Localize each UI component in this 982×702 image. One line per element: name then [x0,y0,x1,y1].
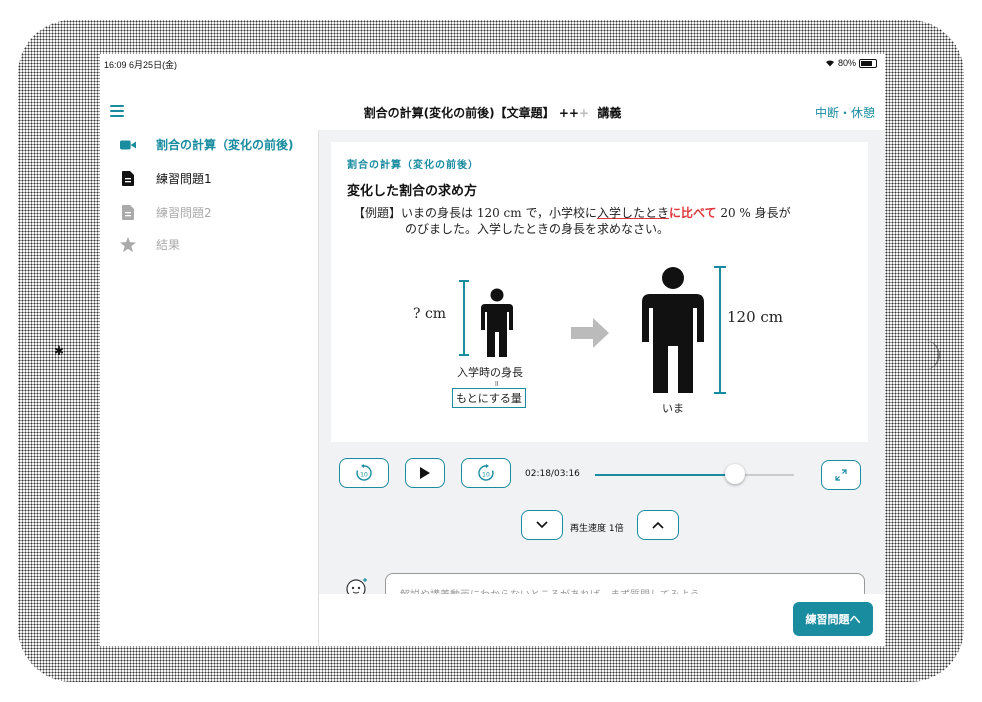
fullscreen-button[interactable] [821,460,861,490]
status-date: 6月25日(金) [129,60,178,70]
right-caption: いま [662,402,684,415]
seek-handle[interactable] [725,464,746,484]
camera-dot: ✱ [54,344,65,358]
rewind-icon: 10 [356,464,372,481]
forward-icon: 10 [478,464,494,481]
sidebar-item-label: 結果 [156,238,181,252]
speed-up-button[interactable] [637,510,679,540]
tablet-screen: 16:09 6月25日(金) 80% 割合の計算(変化の前後)【文章題】 +++… [100,54,885,646]
expand-icon [835,469,847,481]
height-comparison-figure: ? cm 120 cm 入学時の身長 ॥ もとにする量 いま [331,252,868,442]
document-icon [120,171,136,187]
lecture-slide: 割合の計算（変化の前後） 変化した割合の求め方 【例題】いまの身長は 120 c… [331,142,868,442]
nav-bar: 割合の計算(変化の前後)【文章題】 +++ 講義 中断・休憩 [100,88,885,131]
playback-speed-label: 再生速度 1倍 [570,524,624,534]
right-value-label: 120 cm [727,308,784,326]
question-line-2: のびました。入学したときの身長を求めなさい。 [405,222,670,236]
base-quantity-box: もとにする量 [452,388,526,408]
pause-button[interactable]: 中断・休憩 [815,104,875,121]
rewind-seconds: 10 [360,472,368,479]
battery-percent: 80% [837,58,856,68]
play-icon [420,467,430,479]
sidebar-item-lecture[interactable]: 割合の計算（変化の前後) [120,136,294,153]
question-text: 20 % 身長が [716,206,791,220]
status-time: 16:09 [104,60,127,70]
chevron-up-icon [652,521,664,529]
right-height-bracket [714,266,726,394]
video-camera-icon [120,137,136,153]
child-figure-icon [481,288,513,357]
sidebar-item-label: 練習問題2 [156,206,212,220]
forward-10-button[interactable]: 10 [461,458,511,488]
slide-tag: 割合の計算（変化の前後） [347,160,479,171]
lesson-title: 割合の計算(変化の前後)【文章題】 [363,106,555,120]
chevron-down-icon [536,521,548,529]
speed-down-button[interactable] [521,510,563,540]
slide-heading: 変化した割合の求め方 [347,184,478,199]
difficulty-empty: + [578,106,589,120]
left-value-label: ? cm [413,306,447,322]
adult-figure-icon [642,267,704,393]
wifi-icon [825,60,834,67]
arrow-right-icon [571,318,609,348]
left-caption: 入学時の身長 [457,366,523,379]
sidebar-item-practice-1[interactable]: 練習問題1 [120,170,212,187]
seek-bar-fill [595,474,736,476]
star-icon [120,236,136,253]
seek-bar[interactable] [595,474,794,476]
rewind-10-button[interactable]: 10 [339,458,389,488]
question-line-1: 【例題】いまの身長は 120 cm で，小学校に入学したときに比べて 20 % … [353,204,791,221]
battery-icon [859,58,877,68]
main-content: 割合の計算（変化の前後） 変化した割合の求め方 【例題】いまの身長は 120 c… [319,130,885,646]
forward-seconds: 10 [482,472,490,479]
question-text: 【例題】いまの身長は 120 cm で，小学校に [353,206,597,220]
go-to-practice-button[interactable]: 練習問題へ [793,602,873,636]
question-highlight: に比べて [668,206,717,220]
sidebar-item-label: 練習問題1 [156,172,212,186]
sidebar-item-label: 割合の計算（変化の前後) [156,138,294,152]
lesson-type: 講義 [597,106,622,120]
sidebar: 割合の計算（変化の前後) 練習問題1 練習問題2 結果 [100,130,319,646]
difficulty-filled: ++ [558,106,579,120]
play-button[interactable] [405,458,445,488]
video-timecode: 02:18/03:16 [525,469,580,479]
left-height-bracket [459,280,469,356]
home-indicator [908,340,940,370]
sidebar-item-results[interactable]: 結果 [120,236,180,253]
status-bar: 16:09 6月25日(金) 80% [100,54,885,72]
document-icon [120,205,136,221]
sidebar-item-practice-2[interactable]: 練習問題2 [120,204,212,221]
question-underlined: 入学したとき [596,206,669,220]
page-title: 割合の計算(変化の前後)【文章題】 +++ 講義 [100,104,885,121]
